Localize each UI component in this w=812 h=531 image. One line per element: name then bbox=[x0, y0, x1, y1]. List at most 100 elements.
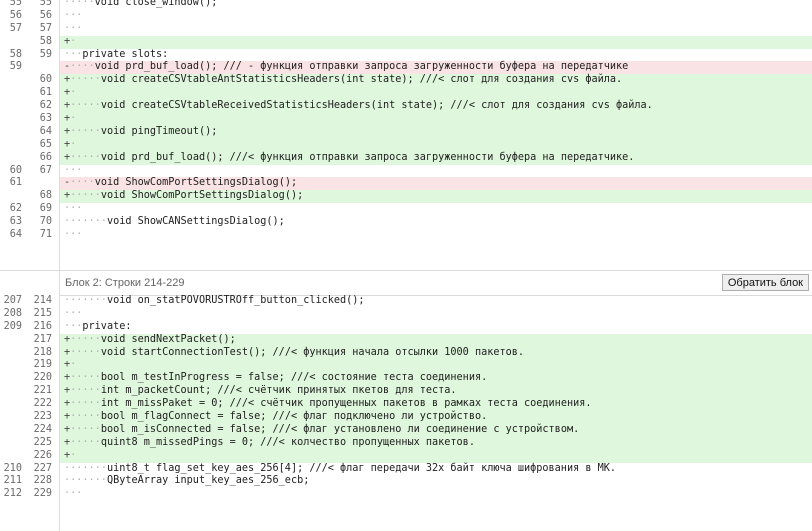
new-line-number: 58 bbox=[39, 35, 52, 47]
context-line: 63 70 ·······void ShowCANSettingsDialog(); bbox=[0, 216, 812, 230]
code-content: +· bbox=[60, 35, 812, 49]
old-line-number: 58 bbox=[9, 48, 22, 60]
whitespace-indicator: ····· bbox=[70, 423, 101, 435]
new-line-number: 66 bbox=[39, 151, 52, 163]
context-line: 209 216 ···private: bbox=[0, 320, 812, 334]
code-text: void sendNextPacket(); bbox=[100, 333, 236, 345]
whitespace-indicator: ······· bbox=[64, 216, 107, 228]
new-line-number: 56 bbox=[39, 9, 52, 21]
code-content: +·····void sendNextPacket(); bbox=[60, 333, 812, 347]
new-line-number: 228 bbox=[33, 475, 52, 487]
new-line-number: 221 bbox=[33, 385, 52, 397]
line-gutter: 64 bbox=[0, 125, 60, 139]
new-line-number: 68 bbox=[39, 190, 52, 202]
code-text: bool m_testInProgress = false; ///< сост… bbox=[100, 372, 488, 384]
code-content: ··· bbox=[60, 165, 812, 178]
whitespace-indicator: ····· bbox=[64, 0, 95, 8]
added-line: 224 +·····bool m_isConnected = false; ///… bbox=[0, 423, 812, 437]
context-line: 210 227 ·······uint8_t flag_set_key_aes_25… bbox=[0, 462, 812, 476]
code-content: ··· bbox=[60, 10, 812, 23]
old-line-number: 207 bbox=[3, 295, 22, 306]
code-content: ··· bbox=[60, 203, 812, 216]
code-content: +·····int m_packetCount; ///< счётчик пр… bbox=[60, 385, 812, 399]
code-content: +·····int m_missPaket = 0; ///< счётчик … bbox=[60, 398, 812, 412]
line-gutter: 222 bbox=[0, 398, 60, 412]
old-line-number: 62 bbox=[9, 203, 22, 215]
whitespace-indicator: ······· bbox=[64, 462, 107, 474]
added-line: 226 +· bbox=[0, 449, 812, 463]
code-text: void prd_buf_load(); ///< функция отправ… bbox=[100, 151, 635, 163]
old-line-number: 60 bbox=[9, 164, 22, 176]
old-line-number: 59 bbox=[9, 61, 22, 73]
line-gutter: 61 bbox=[0, 177, 60, 191]
line-gutter: 64 71 bbox=[0, 229, 60, 242]
line-gutter: 218 bbox=[0, 346, 60, 360]
code-text: private slots: bbox=[82, 48, 169, 60]
line-gutter: 63 70 bbox=[0, 216, 60, 230]
new-line-number: 57 bbox=[39, 22, 52, 34]
whitespace-indicator: ··· bbox=[64, 488, 83, 500]
new-line-number: 218 bbox=[33, 346, 52, 358]
new-line-number: 224 bbox=[33, 423, 52, 435]
hunk-gutter bbox=[0, 271, 60, 295]
whitespace-indicator: ····· bbox=[70, 372, 101, 384]
whitespace-indicator: · bbox=[70, 138, 77, 150]
line-gutter: 212 229 bbox=[0, 488, 60, 502]
code-text: uint8_t flag_set_key_aes_256[4]; ///< фл… bbox=[106, 462, 617, 474]
line-gutter: 60 67 bbox=[0, 164, 60, 178]
line-gutter: 219 bbox=[0, 359, 60, 373]
new-line-number: 226 bbox=[33, 449, 52, 461]
code-content: +·····quint8 m_missedPings = 0; ///< кол… bbox=[60, 436, 812, 450]
code-content: -····void ShowComPortSettingsDialog(); bbox=[60, 177, 812, 191]
code-content: +·····void ShowComPortSettingsDialog(); bbox=[60, 190, 812, 204]
whitespace-indicator: ····· bbox=[70, 346, 101, 358]
whitespace-indicator: ···· bbox=[70, 61, 95, 73]
whitespace-indicator: ······· bbox=[64, 295, 107, 306]
line-gutter: 66 bbox=[0, 151, 60, 165]
line-gutter: 61 bbox=[0, 87, 60, 101]
whitespace-indicator: ··· bbox=[64, 22, 83, 34]
line-gutter: 62 69 bbox=[0, 203, 60, 217]
old-line-number: 57 bbox=[9, 22, 22, 34]
hunk-title: Блок 2: Строки 214-229 bbox=[65, 277, 185, 289]
new-line-number: 55 bbox=[39, 0, 52, 8]
removed-line: 61 -····void ShowComPortSettingsDialog(); bbox=[0, 177, 812, 191]
diff-block-1-padding bbox=[0, 242, 812, 270]
old-line-number: 63 bbox=[9, 216, 22, 228]
code-content: +·····void createCSVtableAntStatisticsHe… bbox=[60, 74, 812, 88]
code-content: +· bbox=[60, 449, 812, 463]
code-text: void ShowCANSettingsDialog(); bbox=[106, 216, 285, 228]
line-gutter: 63 bbox=[0, 113, 60, 126]
code-text: int m_packetCount; ///< счётчик принятых… bbox=[100, 385, 457, 397]
whitespace-indicator: ··· bbox=[64, 307, 83, 319]
old-line-number: 212 bbox=[3, 488, 22, 500]
whitespace-indicator: ··· bbox=[64, 164, 83, 176]
gutter-padding bbox=[0, 501, 60, 531]
whitespace-indicator: · bbox=[70, 87, 77, 99]
new-line-number: 61 bbox=[39, 87, 52, 99]
line-gutter: 65 bbox=[0, 138, 60, 152]
code-text: quint8 m_missedPings = 0; ///< колчество… bbox=[100, 436, 475, 448]
whitespace-indicator: ··· bbox=[64, 9, 83, 21]
line-gutter: 59 bbox=[0, 61, 60, 75]
added-line: 221 +·····int m_packetCount; ///< счётчик… bbox=[0, 385, 812, 399]
line-gutter: 68 bbox=[0, 190, 60, 204]
whitespace-indicator: · bbox=[70, 449, 77, 461]
added-line: 66 +·····void prd_buf_load(); ///< функци… bbox=[0, 151, 812, 165]
context-line: 56 56 ··· bbox=[0, 9, 812, 23]
old-line-number: 211 bbox=[3, 475, 22, 487]
new-line-number: 227 bbox=[33, 462, 52, 474]
whitespace-indicator: ····· bbox=[70, 385, 101, 397]
context-line: 62 69 ··· bbox=[0, 203, 812, 217]
diff-block-2-padding bbox=[0, 501, 812, 531]
added-line: 62 +·····void createCSVtableReceivedStati… bbox=[0, 100, 812, 114]
new-line-number: 215 bbox=[33, 307, 52, 319]
revert-hunk-button[interactable]: Обратить блок bbox=[721, 274, 809, 291]
code-content: +·····void startConnectionTest(); ///< ф… bbox=[60, 346, 812, 360]
new-line-number: 69 bbox=[39, 203, 52, 215]
code-content: +· bbox=[60, 359, 812, 373]
old-line-number: 210 bbox=[3, 462, 22, 474]
old-line-number: 208 bbox=[3, 307, 22, 319]
line-gutter: 220 bbox=[0, 372, 60, 386]
code-text: void ShowComPortSettingsDialog(); bbox=[94, 177, 298, 189]
